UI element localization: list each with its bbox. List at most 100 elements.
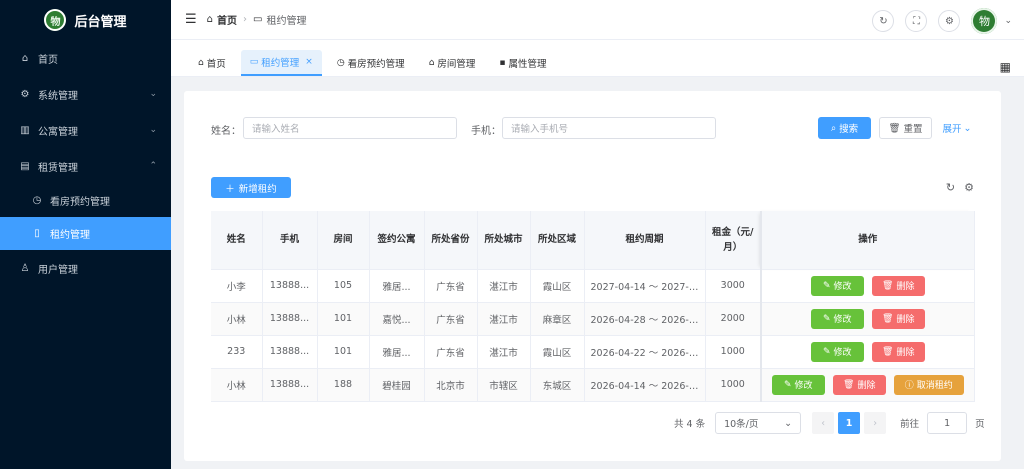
edit-label: 修改: [833, 348, 852, 358]
sidebar-item-system[interactable]: ⚙ 系统管理 ⌄: [0, 76, 171, 112]
table-row[interactable]: 小林 13888... 188 碧桂园 北京市 市辖区 东城区 2026-04-…: [211, 368, 975, 402]
breadcrumb-home[interactable]: 首页: [217, 12, 237, 27]
sidebar-item-apartment[interactable]: ▥ 公寓管理 ⌄: [0, 112, 171, 148]
menu-toggle-icon[interactable]: ☰: [185, 12, 197, 27]
cell-rent: 3000: [705, 269, 762, 303]
phone-input[interactable]: 请输入手机号: [502, 117, 716, 139]
sidebar-item-label: 租赁管理: [38, 162, 78, 174]
header-cell[interactable]: 租约周期: [584, 211, 706, 270]
cell-city: 湛江市: [477, 269, 531, 303]
sidebar-item-viewing[interactable]: ◷ 看房预约管理: [0, 184, 171, 217]
avatar[interactable]: 物: [971, 8, 998, 34]
goto-input[interactable]: 1: [927, 412, 968, 434]
tab-viewing[interactable]: ◷ 看房预约管理: [328, 50, 414, 76]
delete-button[interactable]: 🗑 删除: [871, 275, 925, 296]
cell-apartment: 嘉悦...: [369, 302, 425, 336]
tab-label: 首页: [206, 59, 226, 70]
top-header: ☰ ⌂ 首页 › ▭ 租约管理 ↻ ⛶ ⚙ 物 ⌄: [171, 0, 1024, 40]
edit-icon: ✎: [783, 379, 792, 390]
header-cell[interactable]: 所处省份: [424, 211, 478, 270]
delete-button[interactable]: 🗑 删除: [871, 341, 925, 362]
header-cell[interactable]: 签约公寓: [369, 211, 425, 270]
search-form: 姓名： 请输入姓名 手机： 请输入手机号 ⌕ 搜索 🗑 重置 展开 ⌄: [184, 117, 1001, 139]
sidebar-item-users[interactable]: ♙ 用户管理: [0, 250, 171, 286]
chevron-down-icon: ⌄: [149, 89, 157, 99]
sidebar: 物 后台管理 ⌂ 首页 ⚙ 系统管理 ⌄ ▥ 公寓管理 ⌄ ▤ 租赁管理 ⌃ ◷…: [0, 0, 171, 469]
edit-button[interactable]: ✎ 修改: [810, 308, 864, 329]
add-lease-label: 新增租约: [238, 183, 277, 195]
delete-label: 删除: [857, 381, 876, 391]
cell-actions: ✎ 修改 🗑 删除: [760, 335, 975, 369]
sidebar-item-lease[interactable]: ▤ 租赁管理 ⌃: [0, 148, 171, 184]
settings-icon[interactable]: ⚙: [938, 10, 961, 32]
cell-district: 麻章区: [530, 302, 585, 336]
trash-icon: 🗑: [882, 313, 894, 324]
refresh-icon[interactable]: ↻: [872, 10, 895, 32]
edit-icon: ✎: [822, 346, 831, 357]
header-cell[interactable]: 手机: [262, 211, 318, 270]
trash-icon: 🗑: [888, 122, 901, 134]
table-row[interactable]: 小李 13888... 105 雅居... 广东省 湛江市 霞山区 2027-0…: [211, 269, 975, 303]
edit-button[interactable]: ✎ 修改: [771, 374, 825, 395]
tab-label: 租约管理: [261, 58, 300, 69]
header-cell[interactable]: 所处区域: [530, 211, 585, 270]
delete-button[interactable]: 🗑 删除: [832, 374, 886, 395]
edit-icon: ✎: [822, 280, 831, 291]
home-icon: ⌂: [198, 58, 204, 68]
page-number-1[interactable]: 1: [838, 412, 861, 434]
header-cell[interactable]: 房间: [317, 211, 370, 270]
goto-suffix: 页: [975, 419, 985, 430]
search-button[interactable]: ⌕ 搜索: [818, 117, 871, 139]
cell-city: 市辖区: [477, 368, 531, 402]
cell-room: 105: [317, 269, 370, 303]
tab-attributes[interactable]: ▪ 属性管理: [490, 50, 555, 76]
cell-district: 霞山区: [530, 269, 585, 303]
edit-button[interactable]: ✎ 修改: [810, 275, 864, 296]
sidebar-item-contracts[interactable]: ▯ 租约管理: [0, 217, 171, 250]
app-logo[interactable]: 物 后台管理: [0, 0, 171, 40]
header-cell[interactable]: 租金（元/月）: [705, 211, 762, 270]
document-icon: ▯: [34, 228, 40, 239]
building-icon: ▥: [20, 124, 30, 136]
prev-page-button[interactable]: ‹: [812, 412, 835, 434]
tab-contracts[interactable]: ▭ 租约管理 ×: [240, 50, 322, 76]
column-settings-icon[interactable]: ⚙: [964, 181, 974, 194]
fullscreen-icon[interactable]: ⛶: [905, 10, 928, 32]
chevron-down-icon: ⌄: [784, 417, 793, 429]
cell-province: 广东省: [424, 335, 478, 369]
chevron-down-icon[interactable]: ⌄: [1004, 16, 1012, 26]
grid-menu-icon[interactable]: ▦: [1000, 60, 1011, 74]
reset-button[interactable]: 🗑 重置: [879, 117, 932, 139]
delete-button[interactable]: 🗑 删除: [871, 308, 925, 329]
name-input[interactable]: 请输入姓名: [243, 117, 457, 139]
chevron-up-icon: ⌃: [149, 161, 157, 171]
chevron-down-icon: ⌄: [149, 125, 157, 135]
header-actions: ↻ ⛶ ⚙ 物 ⌄: [872, 8, 1012, 34]
lease-table: 姓名 手机 房间 签约公寓 所处省份 所处城市 所处区域 租约周期 租金（元/月…: [211, 211, 975, 402]
tab-rooms[interactable]: ⌂ 房间管理: [420, 50, 485, 76]
cancel-lease-button[interactable]: ⓘ 取消租约: [893, 374, 964, 395]
tab-home[interactable]: ⌂ 首页: [189, 50, 235, 76]
pagination-total: 共 4 条: [674, 419, 706, 430]
cell-room: 101: [317, 302, 370, 336]
sidebar-item-home[interactable]: ⌂ 首页: [0, 40, 171, 76]
cell-period: 2027-04-14 ～ 2027-07-14: [584, 269, 706, 303]
table-row[interactable]: 233 13888... 101 雅居... 广东省 湛江市 霞山区 2026-…: [211, 335, 975, 369]
page-size-select[interactable]: 10条/页 ⌄: [715, 412, 802, 434]
page-size-value: 10条/页: [724, 419, 759, 430]
table-row[interactable]: 小林 13888... 101 嘉悦... 广东省 湛江市 麻章区 2026-0…: [211, 302, 975, 336]
header-cell[interactable]: 所处城市: [477, 211, 531, 270]
cell-period: 2026-04-28 ～ 2026-10-28: [584, 302, 706, 336]
sidebar-item-label: 公寓管理: [38, 126, 78, 138]
next-page-button[interactable]: ›: [864, 412, 887, 434]
header-cell[interactable]: 姓名: [211, 211, 263, 270]
content-card: 姓名： 请输入姓名 手机： 请输入手机号 ⌕ 搜索 🗑 重置 展开 ⌄ ＋ 新增…: [184, 91, 1001, 461]
chevron-right-icon: ›: [873, 417, 877, 429]
trash-icon: 🗑: [843, 379, 855, 390]
refresh-icon[interactable]: ↻: [946, 181, 955, 194]
edit-button[interactable]: ✎ 修改: [810, 341, 864, 362]
add-lease-button[interactable]: ＋ 新增租约: [211, 177, 291, 198]
search-icon: ⌕: [830, 122, 837, 134]
close-icon[interactable]: ×: [305, 57, 313, 67]
expand-link[interactable]: 展开 ⌄: [939, 117, 975, 139]
